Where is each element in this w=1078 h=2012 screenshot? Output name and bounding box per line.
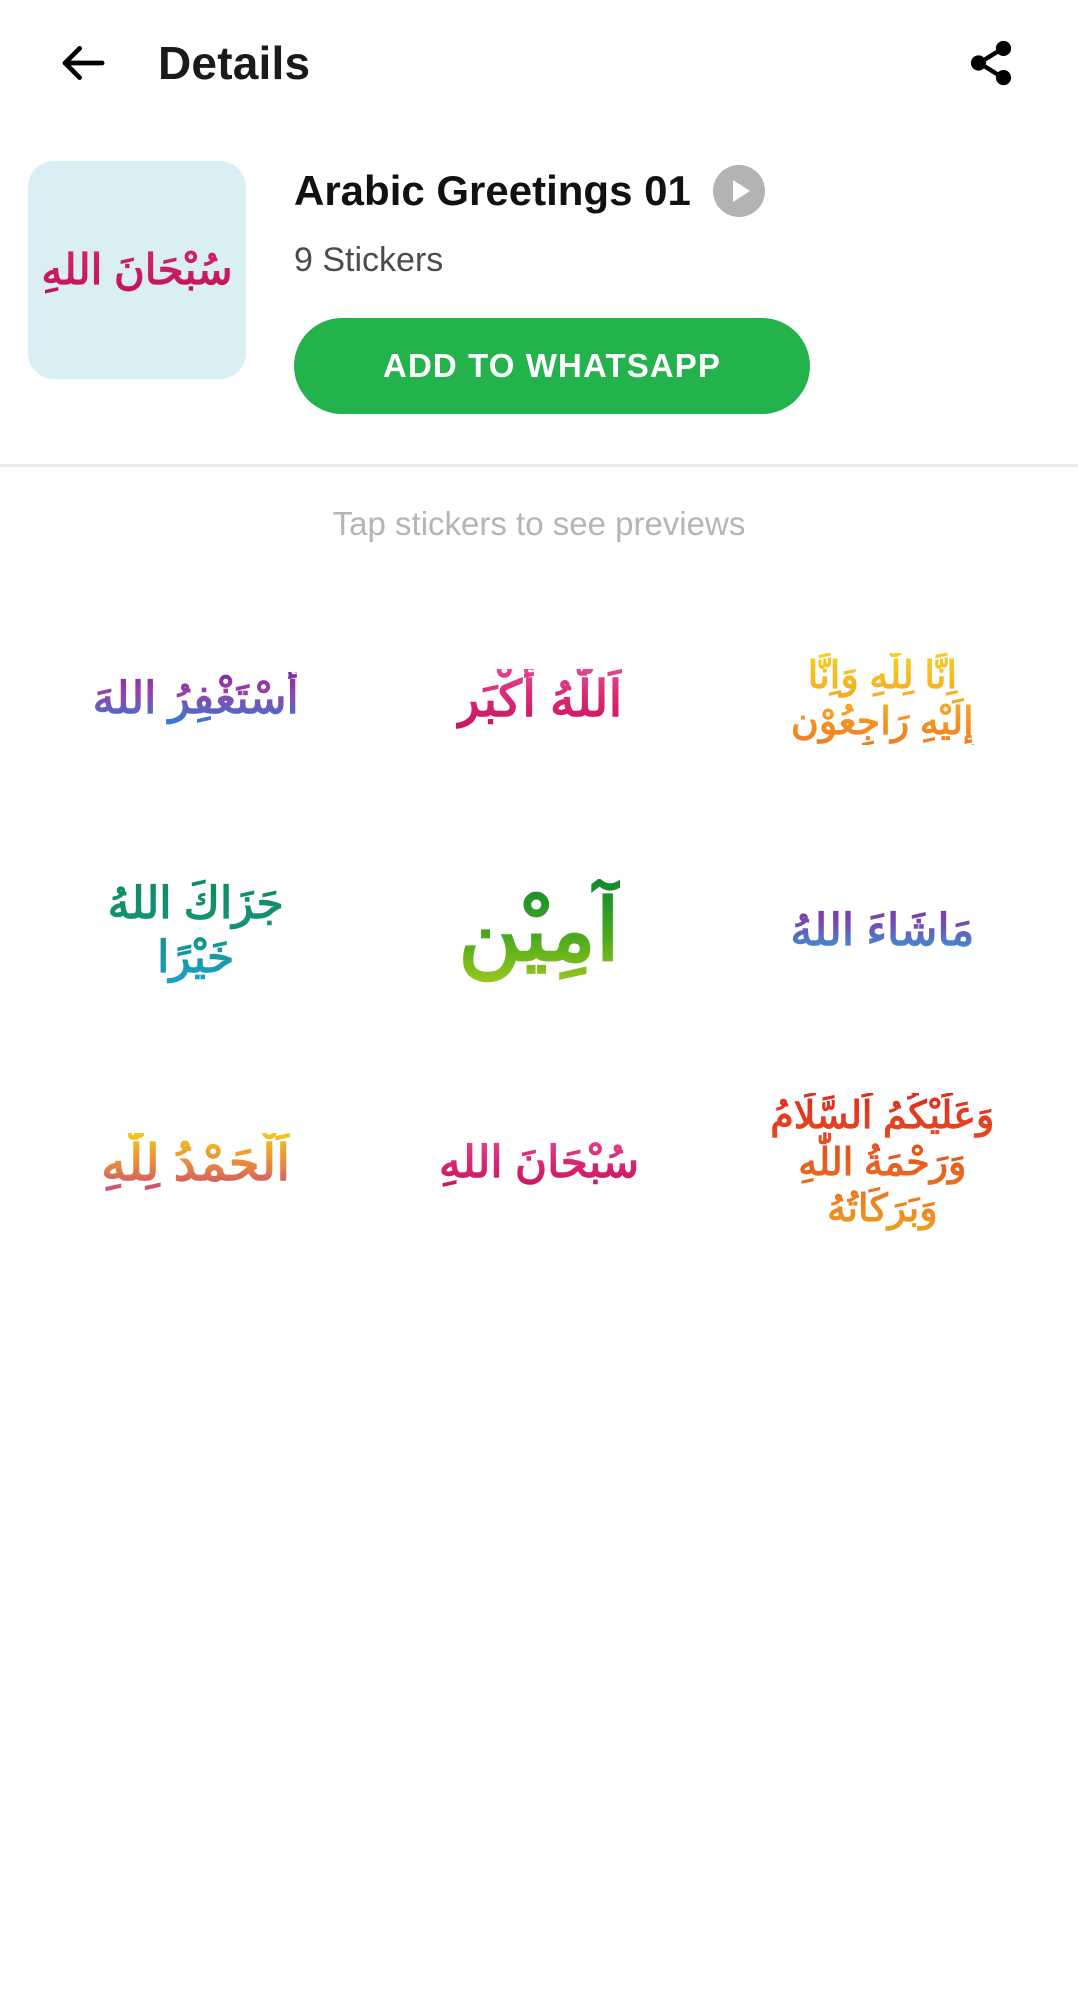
sticker-art: اَللّٰهُ أَكْبَر <box>456 669 623 730</box>
toolbar: Details <box>0 0 1078 125</box>
sticker-grid: أَسْتَغْفِرُ اللهَ اَللّٰهُ أَكْبَر اِنَ… <box>0 543 1078 1279</box>
sticker-art: اَلْحَمْدُ لِلّٰهِ <box>101 1133 290 1194</box>
pack-title-row: Arabic Greetings 01 <box>294 165 1038 217</box>
preview-hint: Tap stickers to see previews <box>332 505 746 542</box>
sticker-art: أَسْتَغْفِرُ اللهَ <box>93 672 299 726</box>
sticker-art: آمِيْن <box>458 879 619 984</box>
pack-title: Arabic Greetings 01 <box>294 166 691 214</box>
play-button[interactable] <box>712 165 765 217</box>
sticker-item[interactable]: سُبْحَانَ اللهِ <box>367 1047 710 1279</box>
sticker-item[interactable]: وَعَلَيْكُمُ اَلسَّلَامُ وَرَحْمَةُ اللّ… <box>711 1047 1054 1279</box>
play-icon <box>732 180 750 202</box>
sticker-art: مَاشَاءَ اللهُ <box>790 904 974 958</box>
sticker-art: اِنَّا لِلّٰهِ وَاِنَّا إِلَيْهِ رَاجِعُ… <box>791 653 974 746</box>
details-screen: Details سُبْحَانَ اللهِ Arabic Greetings… <box>0 0 1078 2012</box>
sticker-item[interactable]: اِنَّا لِلّٰهِ وَاِنَّا إِلَيْهِ رَاجِعُ… <box>711 583 1054 815</box>
sticker-item[interactable]: جَزَاكَ اللهُ خَيْرًا <box>24 815 367 1047</box>
sticker-item[interactable]: اَلْحَمْدُ لِلّٰهِ <box>24 1047 367 1279</box>
page-title: Details <box>158 36 311 89</box>
sticker-art: سُبْحَانَ اللهِ <box>439 1136 639 1190</box>
pack-tray-thumbnail[interactable]: سُبْحَانَ اللهِ <box>28 161 246 379</box>
sticker-item[interactable]: أَسْتَغْفِرُ اللهَ <box>24 583 367 815</box>
share-button[interactable] <box>948 20 1034 106</box>
sticker-count: 9 Stickers <box>294 241 444 279</box>
pack-meta: Arabic Greetings 01 9 Stickers ADD TO WH… <box>246 161 1038 414</box>
tray-sticker-art: سُبْحَانَ اللهِ <box>31 243 242 298</box>
add-to-whatsapp-button[interactable]: ADD TO WHATSAPP <box>294 318 810 414</box>
back-button[interactable] <box>40 20 126 106</box>
sticker-item[interactable]: مَاشَاءَ اللهُ <box>711 815 1054 1047</box>
sticker-item[interactable]: اَللّٰهُ أَكْبَر <box>367 583 710 815</box>
pack-header: سُبْحَانَ اللهِ Arabic Greetings 01 9 St… <box>0 125 1078 414</box>
sticker-art: وَعَلَيْكُمُ اَلسَّلَامُ وَرَحْمَةُ اللّ… <box>770 1093 994 1232</box>
sticker-item[interactable]: آمِيْن <box>367 815 710 1047</box>
sticker-art: جَزَاكَ اللهُ خَيْرًا <box>108 877 284 984</box>
share-icon <box>966 38 1016 88</box>
arrow-left-icon <box>56 36 110 90</box>
